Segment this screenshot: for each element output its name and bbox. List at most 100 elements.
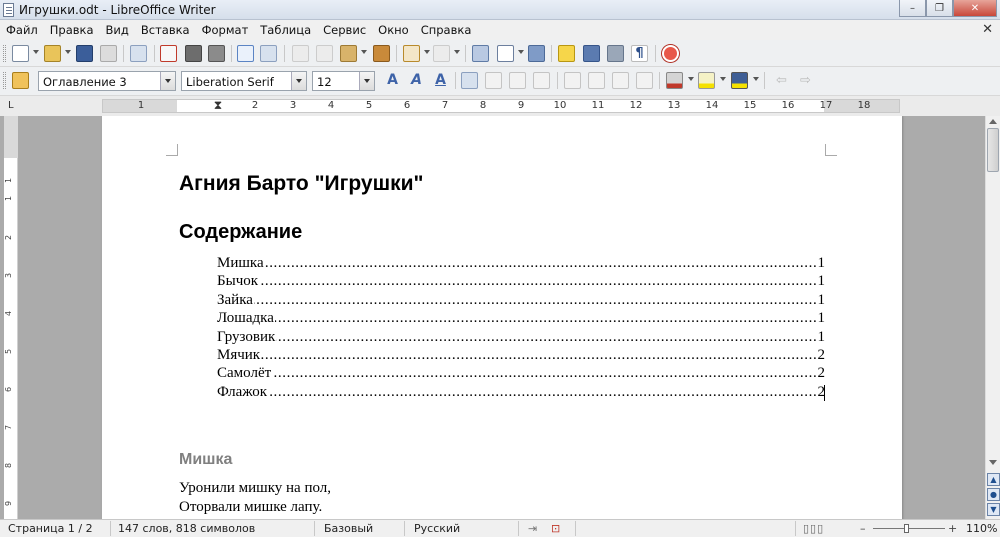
close-window-button[interactable]: ✕ <box>953 0 997 17</box>
table-dropdown-icon[interactable] <box>518 50 524 54</box>
document-title[interactable]: Агния Барто "Игрушки" <box>179 172 424 196</box>
save-icon[interactable] <box>76 45 93 62</box>
tab-stop-icon[interactable]: L <box>8 100 14 111</box>
decrease-indent-icon[interactable] <box>612 72 629 89</box>
chevron-down-icon[interactable] <box>160 72 175 90</box>
scroll-up-icon[interactable] <box>989 119 997 124</box>
zoom-level[interactable]: 110% <box>966 522 997 535</box>
chevron-down-icon[interactable] <box>291 72 306 90</box>
zoom-slider[interactable] <box>873 528 945 529</box>
section-heading[interactable]: Мишка <box>179 451 232 469</box>
clone-formatting-icon[interactable] <box>373 45 390 62</box>
justify-icon[interactable] <box>533 72 550 89</box>
paste-icon[interactable] <box>340 45 357 62</box>
underline-icon[interactable]: A <box>432 72 449 89</box>
gallery-icon[interactable] <box>583 45 600 62</box>
font-name-select[interactable]: Liberation Serif <box>181 71 307 91</box>
indent-marker-icon[interactable]: ⧗ <box>214 98 222 113</box>
autospellcheck-icon[interactable] <box>260 45 277 62</box>
data-sources-icon[interactable] <box>607 45 624 62</box>
export-pdf-icon[interactable] <box>160 45 177 62</box>
menu-edit[interactable]: Правка <box>44 23 100 37</box>
navigation-icon[interactable]: ● <box>987 488 1000 501</box>
highlight-icon[interactable] <box>698 72 715 89</box>
minimize-button[interactable]: – <box>899 0 926 17</box>
menu-table[interactable]: Таблица <box>254 23 317 37</box>
scrollbar-thumb[interactable] <box>987 128 999 172</box>
table-of-contents[interactable]: ........................................… <box>217 255 825 402</box>
zoom-slider-thumb[interactable] <box>904 524 909 533</box>
undo-dropdown-icon[interactable] <box>424 50 430 54</box>
next-page-icon[interactable]: ▼ <box>987 503 1000 516</box>
help-icon[interactable] <box>662 45 679 62</box>
toolbar-grip[interactable] <box>3 45 6 62</box>
zoom-out-icon[interactable]: – <box>860 522 866 535</box>
spellcheck-icon[interactable] <box>237 45 254 62</box>
page-indicator[interactable]: Страница 1 / 2 <box>8 522 93 535</box>
toc-entry[interactable]: ........................................… <box>217 383 825 402</box>
verse-line[interactable]: Оторвали мишке лапу. <box>179 499 322 516</box>
italic-icon[interactable]: A <box>408 72 425 89</box>
word-count[interactable]: 147 слов, 818 символов <box>118 522 255 535</box>
page-style[interactable]: Базовый <box>324 522 373 535</box>
toc-heading[interactable]: Содержание <box>179 221 302 244</box>
font-color-icon[interactable] <box>666 72 683 89</box>
menu-window[interactable]: Окно <box>372 23 415 37</box>
paragraph-style-select[interactable]: Оглавление 3 <box>38 71 176 91</box>
increase-indent-icon[interactable] <box>636 72 653 89</box>
text-language[interactable]: Русский <box>414 522 460 535</box>
align-center-icon[interactable] <box>485 72 502 89</box>
formatting-marks-icon[interactable]: ¶ <box>631 45 648 62</box>
horizontal-ruler[interactable]: 1 ⧗ 2 3 4 5 6 7 8 9 10 11 12 13 14 15 16… <box>102 98 900 113</box>
undo-icon[interactable] <box>403 45 420 62</box>
vertical-ruler[interactable]: 1 1 2 3 4 5 6 7 8 9 <box>4 116 18 519</box>
maximize-button[interactable]: ❐ <box>926 0 953 17</box>
background-color-icon[interactable] <box>731 72 748 89</box>
toc-entry[interactable]: ........................................… <box>217 365 825 383</box>
insert-mode-icon[interactable]: ⇥ <box>528 522 537 535</box>
menu-tools[interactable]: Сервис <box>317 23 372 37</box>
zoom-in-icon[interactable]: + <box>948 522 957 535</box>
draw-functions-icon[interactable] <box>528 45 545 62</box>
close-document-icon[interactable]: ✕ <box>982 22 993 37</box>
vertical-scrollbar[interactable]: ▲ ● ▼ <box>985 116 1000 519</box>
rtl-icon[interactable]: ⇨ <box>797 72 814 89</box>
toc-entry[interactable]: ........................................… <box>217 255 825 273</box>
new-document-icon[interactable] <box>12 45 29 62</box>
toc-entry[interactable]: ........................................… <box>217 310 825 328</box>
navigator-icon[interactable] <box>558 45 575 62</box>
highlight-dropdown-icon[interactable] <box>720 77 726 81</box>
redo-icon[interactable] <box>433 45 450 62</box>
open-folder-icon[interactable] <box>44 45 61 62</box>
print-preview-icon[interactable] <box>208 45 225 62</box>
print-icon[interactable] <box>185 45 202 62</box>
verse-line[interactable]: Уронили мишку на пол, <box>179 480 331 497</box>
email-icon[interactable] <box>100 45 117 62</box>
selection-mode-icon[interactable]: ⊡ <box>551 522 560 535</box>
menu-format[interactable]: Формат <box>196 23 255 37</box>
toc-entry[interactable]: ........................................… <box>217 273 825 291</box>
new-dropdown-icon[interactable] <box>33 50 39 54</box>
menu-help[interactable]: Справка <box>415 23 478 37</box>
align-left-icon[interactable] <box>461 72 478 89</box>
document-area[interactable]: Агния Барто "Игрушки" Содержание .......… <box>19 116 985 519</box>
copy-icon[interactable] <box>316 45 333 62</box>
chevron-down-icon[interactable] <box>359 72 374 90</box>
background-dropdown-icon[interactable] <box>753 77 759 81</box>
toc-entry[interactable]: ........................................… <box>217 328 825 347</box>
insert-table-icon[interactable] <box>497 45 514 62</box>
toc-entry[interactable]: ........................................… <box>217 291 825 310</box>
edit-mode-icon[interactable] <box>130 45 147 62</box>
toc-entry[interactable]: ........................................… <box>217 346 825 365</box>
styles-formatting-icon[interactable] <box>12 72 29 89</box>
bullets-icon[interactable] <box>588 72 605 89</box>
menu-file[interactable]: Файл <box>0 23 44 37</box>
toolbar-grip[interactable] <box>3 72 6 89</box>
numbering-icon[interactable] <box>564 72 581 89</box>
font-color-dropdown-icon[interactable] <box>688 77 694 81</box>
cut-icon[interactable] <box>292 45 309 62</box>
menu-view[interactable]: Вид <box>100 23 135 37</box>
document-page[interactable]: Агния Барто "Игрушки" Содержание .......… <box>102 116 902 519</box>
font-size-select[interactable]: 12 <box>312 71 375 91</box>
view-layout-icon[interactable]: ▯▯▯ <box>803 522 824 535</box>
